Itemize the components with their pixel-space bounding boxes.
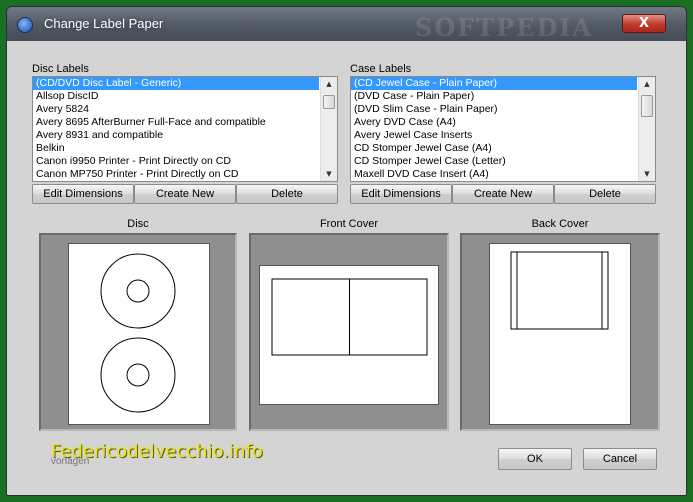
case-labels-scrollbar[interactable]: ▲ ▼ [638,77,655,181]
back-cover-outline [510,251,609,330]
disc-preview-label: Disc [127,218,149,230]
case-edit-dimensions-button[interactable]: Edit Dimensions [350,184,452,204]
dialog-client-area: Disc Labels (CD/DVD Disc Label - Generic… [17,41,674,485]
disc-preview-panel [39,233,237,431]
front-cover-layout-graphic [271,278,428,356]
case-labels-listbox[interactable]: (CD Jewel Case - Plain Paper) (DVD Case -… [350,76,656,182]
list-item[interactable]: Avery 8695 AfterBurner Full-Face and com… [33,116,319,129]
back-cover-paper-sheet [489,243,631,425]
dialog-title: Change Label Paper [44,16,164,31]
disc-delete-button[interactable]: Delete [236,184,338,204]
list-item[interactable]: Canon MP750 Printer - Print Directly on … [33,168,319,181]
softpedia-watermark: SOFTPEDIA [415,13,594,42]
disc-hole-2 [126,363,150,387]
list-item[interactable]: (CD/DVD Disc Label - Generic) [33,77,319,90]
disc-edit-dimensions-button[interactable]: Edit Dimensions [32,184,134,204]
disc-labels-heading: Disc Labels [32,63,89,75]
case-delete-button[interactable]: Delete [554,184,656,204]
disc-layout-graphic [100,253,176,413]
disc-outline-2 [100,337,176,413]
front-cover-preview-panel [249,233,449,431]
list-item[interactable]: Avery DVD Case (A4) [351,116,637,129]
app-disc-icon [17,17,33,33]
back-cover-layout-graphic [510,251,609,330]
list-item[interactable]: Avery 5824 [33,103,319,116]
list-item[interactable]: Belkin [33,142,319,155]
back-cover-preview-panel [460,233,660,431]
disc-outline-1 [100,253,176,329]
list-item[interactable]: (DVD Case - Plain Paper) [351,90,637,103]
scroll-up-icon[interactable]: ▲ [321,77,337,91]
list-item[interactable]: Avery Jewel Case Inserts [351,129,637,142]
list-item[interactable]: (DVD Slim Case - Plain Paper) [351,103,637,116]
list-item[interactable]: (CD Jewel Case - Plain Paper) [351,77,637,90]
scroll-up-icon[interactable]: ▲ [639,77,655,91]
scroll-thumb[interactable] [323,95,335,109]
front-cover-preview-label: Front Cover [319,218,379,230]
scroll-down-icon[interactable]: ▼ [321,167,337,181]
disc-hole-1 [126,279,150,303]
scroll-thumb[interactable] [641,95,653,117]
watermark-subtext: vorlagen [51,456,90,467]
list-item[interactable]: CD Stomper Jewel Case (A4) [351,142,637,155]
list-item[interactable]: Canon i9950 Printer - Print Directly on … [33,155,319,168]
disc-create-new-button[interactable]: Create New [134,184,236,204]
disc-labels-scrollbar[interactable]: ▲ ▼ [320,77,337,181]
ok-button[interactable]: OK [498,448,572,470]
cancel-button[interactable]: Cancel [583,448,657,470]
list-item[interactable]: Maxell DVD Case Insert (A4) [351,168,637,181]
case-create-new-button[interactable]: Create New [452,184,554,204]
list-item[interactable]: CD Stomper Jewel Case (Letter) [351,155,637,168]
back-cover-preview-label: Back Cover [531,218,589,230]
disc-labels-listbox[interactable]: (CD/DVD Disc Label - Generic) Allsop Disc… [32,76,338,182]
front-cover-paper-sheet [259,265,439,405]
scroll-down-icon[interactable]: ▼ [639,167,655,181]
list-item[interactable]: Allsop DiscID [33,90,319,103]
case-labels-items: (CD Jewel Case - Plain Paper) (DVD Case -… [351,77,637,181]
change-label-paper-dialog: Change Label Paper SOFTPEDIA X Disc Labe… [6,6,687,496]
list-item[interactable]: Avery 8931 and compatible [33,129,319,142]
title-bar[interactable]: Change Label Paper SOFTPEDIA X [7,7,686,42]
disc-paper-sheet [68,243,210,425]
disc-labels-items: (CD/DVD Disc Label - Generic) Allsop Disc… [33,77,319,181]
case-labels-heading: Case Labels [350,63,412,75]
close-button[interactable]: X [622,14,666,33]
